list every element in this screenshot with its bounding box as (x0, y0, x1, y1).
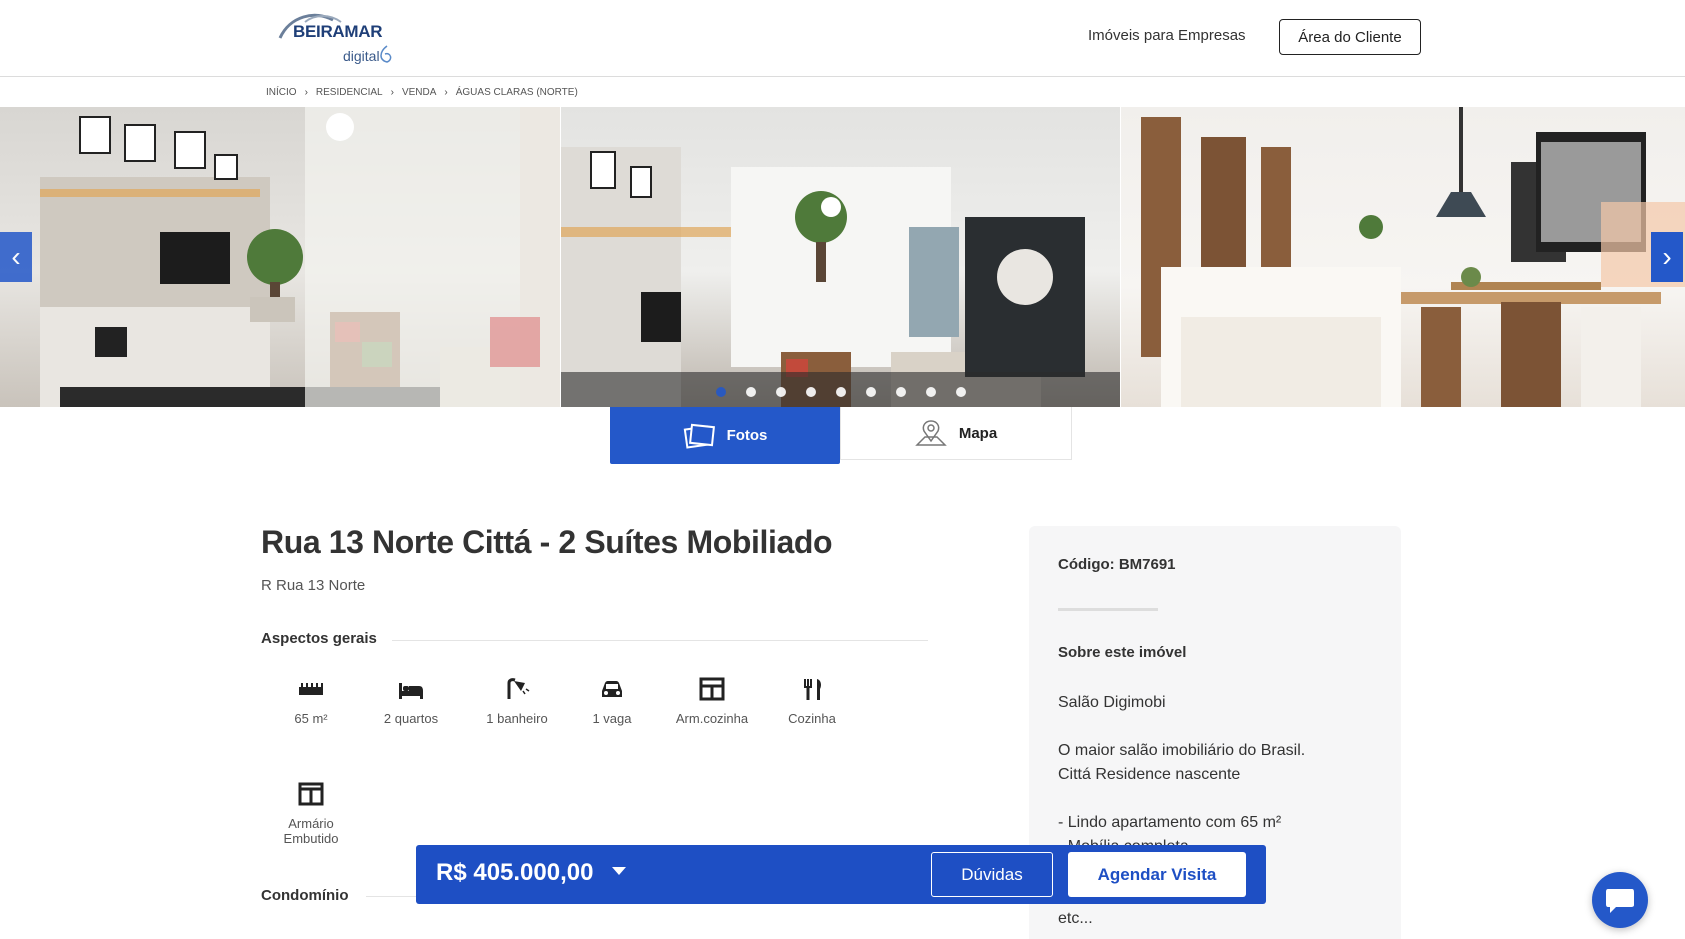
nav-link-companies[interactable]: Imóveis para Empresas (1088, 27, 1246, 44)
feature-wardrobe: Armário Embutido (266, 782, 356, 846)
gallery-dot[interactable] (896, 387, 906, 397)
gallery-dot[interactable] (806, 387, 816, 397)
dining-room-photo-illustration (1141, 107, 1685, 407)
gallery-next-button[interactable]: › (1651, 232, 1683, 282)
price-bar: R$ 405.000,00 Dúvidas Agendar Visita (416, 845, 1266, 904)
description-line: Salão Digimobi (1058, 694, 1166, 711)
gallery-dot[interactable] (716, 387, 726, 397)
breadcrumb-item-residential[interactable]: RESIDENCIAL (316, 87, 383, 98)
description-line: Cittá Residence nascente (1058, 766, 1241, 783)
gallery-dots (716, 387, 966, 397)
breadcrumb: INÍCIO › RESIDENCIAL › VENDA › ÁGUAS CLA… (266, 87, 578, 98)
beiramar-logo[interactable]: BEIRAMAR digital (275, 8, 405, 68)
feature-label: Armário Embutido (283, 816, 339, 846)
breadcrumb-chevron-icon: › (444, 87, 448, 98)
ruler-icon (299, 683, 323, 695)
listing-price[interactable]: R$ 405.000,00 (436, 859, 593, 887)
gallery-dot[interactable] (926, 387, 936, 397)
feature-bedrooms: 2 quartos (366, 677, 456, 726)
photos-icon (683, 423, 715, 449)
condominium-heading: Condomínio (261, 887, 349, 904)
logo-subtitle: digital (343, 48, 380, 64)
feature-label: 2 quartos (383, 711, 439, 726)
photo-gallery: ‹ › (0, 107, 1685, 407)
gallery-photo[interactable] (0, 107, 560, 407)
living-room-photo-illustration (561, 147, 1120, 407)
tab-photos-label: Fotos (726, 427, 768, 444)
chevron-right-icon: › (1662, 241, 1672, 272)
client-area-button[interactable]: Área do Cliente (1279, 19, 1421, 55)
gallery-dot[interactable] (746, 387, 756, 397)
breadcrumb-chevron-icon: › (390, 87, 394, 98)
feature-kitchen: Cozinha (767, 677, 857, 726)
chevron-down-icon[interactable] (612, 867, 626, 875)
questions-button[interactable]: Dúvidas (931, 852, 1053, 897)
description-line: etc... (1058, 910, 1093, 927)
gallery-dot[interactable] (836, 387, 846, 397)
breadcrumb-item-sale[interactable]: VENDA (402, 87, 436, 98)
gallery-dot[interactable] (776, 387, 786, 397)
feature-bathrooms: 1 banheiro (472, 677, 562, 726)
schedule-visit-button[interactable]: Agendar Visita (1068, 852, 1246, 897)
description-line: - Lindo apartamento com 65 m² (1058, 814, 1282, 831)
chat-button[interactable] (1592, 872, 1648, 928)
gallery-prev-button[interactable]: ‹ (0, 232, 32, 282)
bed-icon (399, 683, 423, 699)
map-pin-icon (915, 420, 947, 446)
listing-address: R Rua 13 Norte (261, 577, 366, 594)
feature-label: 1 banheiro (486, 711, 548, 726)
gallery-dot[interactable] (956, 387, 966, 397)
breadcrumb-item-location[interactable]: ÁGUAS CLARAS (NORTE) (456, 87, 578, 98)
description-line: O maior salão imobiliário do Brasil. (1058, 742, 1306, 759)
gallery-dot[interactable] (866, 387, 876, 397)
feature-label: Cozinha (788, 711, 836, 726)
site-header: BEIRAMAR digital Imóveis para Empresas Á… (0, 0, 1685, 77)
tab-map[interactable]: Mapa (840, 407, 1072, 460)
feature-parking: 1 vaga (567, 677, 657, 726)
car-icon (602, 681, 622, 697)
breadcrumb-item-home[interactable]: INÍCIO (266, 87, 297, 98)
feature-area: 65 m² (266, 677, 356, 726)
cabinet-icon (699, 677, 725, 701)
chevron-left-icon: ‹ (11, 241, 21, 272)
shower-icon (507, 678, 530, 699)
logo-wordmark: BEIRAMAR (293, 22, 383, 41)
divider (1058, 608, 1158, 611)
breadcrumb-chevron-icon: › (304, 87, 308, 98)
about-heading: Sobre este imóvel (1058, 644, 1187, 661)
chat-bubble-icon (1606, 889, 1634, 913)
gallery-photo[interactable] (561, 107, 1120, 407)
feature-label: Arm.cozinha (675, 711, 749, 726)
general-aspects-heading: Aspectos gerais (261, 630, 377, 647)
living-room-photo-illustration (40, 107, 560, 407)
gallery-photo[interactable] (1121, 107, 1685, 407)
listing-code: Código: BM7691 (1058, 556, 1176, 573)
listing-title: Rua 13 Norte Cittá - 2 Suítes Mobiliado (261, 524, 833, 560)
cutlery-icon (804, 679, 821, 700)
wardrobe-icon (298, 782, 324, 806)
tab-photos[interactable]: Fotos (610, 407, 840, 464)
feature-label: 1 vaga (592, 711, 632, 726)
feature-label: 65 m² (294, 711, 328, 726)
tab-map-label: Mapa (958, 424, 998, 442)
section-divider (392, 640, 928, 641)
feature-kitchen-cabinets: Arm.cozinha (667, 677, 757, 726)
